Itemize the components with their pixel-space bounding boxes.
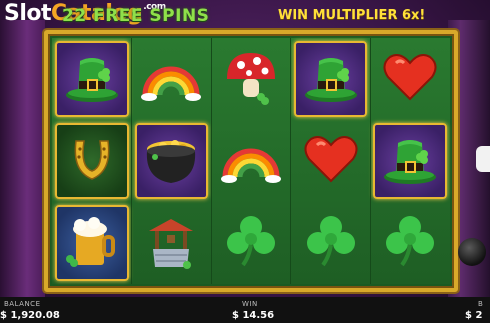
watermark-part1: Slot xyxy=(4,1,52,26)
reel-divider xyxy=(211,38,212,284)
reel-symbol-heart xyxy=(370,38,450,120)
reel-symbol-clover xyxy=(370,202,450,284)
heart-icon xyxy=(299,127,363,195)
reel-symbol-leprechaun-hat xyxy=(373,123,447,199)
reel-symbol-clover xyxy=(291,202,371,284)
horseshoe-icon xyxy=(60,127,124,195)
reel-grid xyxy=(52,38,450,284)
heart-icon xyxy=(378,45,442,113)
balance-label: BALANCE xyxy=(4,300,41,308)
clover-icon xyxy=(219,209,283,277)
pot-of-gold-decoration xyxy=(458,238,486,266)
reel-symbol-rainbow xyxy=(211,120,291,202)
mushroom-icon xyxy=(219,45,283,113)
reel-divider xyxy=(290,38,291,284)
reel-symbol-leprechaun-hat xyxy=(293,41,368,117)
bet-label: B xyxy=(478,300,484,308)
reel-symbol-heart xyxy=(291,120,371,202)
reel-symbol-horseshoe xyxy=(55,123,129,199)
leprechaun-hat-icon xyxy=(60,45,124,113)
reel-symbol-pot-of-gold xyxy=(134,123,209,199)
reel-symbol-wishing-well xyxy=(132,202,212,284)
balance-value: $ 1,920.08 xyxy=(0,310,60,321)
bet-value: $ 2 xyxy=(465,310,483,321)
side-menu-tab[interactable] xyxy=(476,146,490,172)
reel-symbol-leprechaun-hat xyxy=(55,41,129,117)
clover-icon xyxy=(299,209,363,277)
rainbow-icon xyxy=(139,45,203,113)
win-value: $ 14.56 xyxy=(232,310,275,321)
beer-mug-icon xyxy=(60,209,124,277)
reel-symbol-clover xyxy=(211,202,291,284)
reel-divider xyxy=(131,38,132,284)
leprechaun-hat-icon xyxy=(299,45,363,113)
clover-icon xyxy=(378,209,442,277)
reel-symbol-mushroom xyxy=(211,38,291,120)
reel-symbol-beer-mug xyxy=(55,205,129,281)
free-spins-banner: 22 FREE SPINS xyxy=(62,6,210,26)
reel-divider xyxy=(370,38,371,284)
rainbow-icon xyxy=(219,127,283,195)
leprechaun-hat-icon xyxy=(378,127,442,195)
background-left-arch xyxy=(0,20,45,300)
win-label: WIN xyxy=(242,300,258,308)
wishing-well-icon xyxy=(139,209,203,277)
reel-symbol-rainbow xyxy=(132,38,212,120)
win-multiplier-banner: WIN MULTIPLIER 6x! xyxy=(278,8,426,23)
pot-of-gold-icon xyxy=(139,127,203,195)
